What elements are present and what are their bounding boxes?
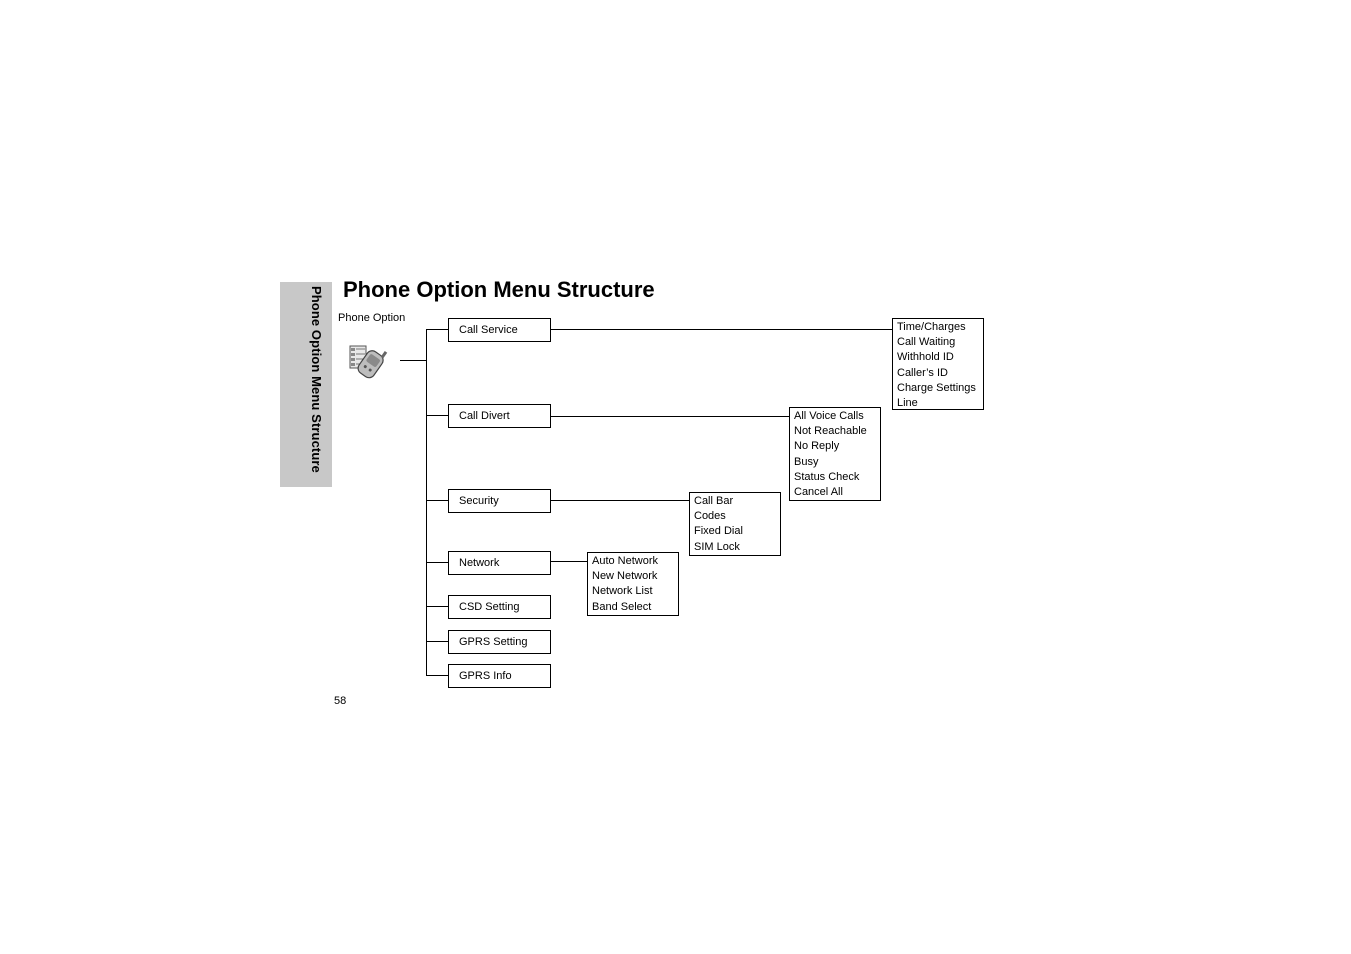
submenu-item: Codes [694,510,726,523]
submenu-connector [550,500,690,501]
submenu-connector [550,561,588,562]
menu-node-label: CSD Setting [459,601,520,613]
menu-node-csd-setting: CSD Setting [448,595,551,619]
side-section-tab-label: Phone Option Menu Structure [309,286,324,473]
submenu-item: Caller’s ID [897,366,948,379]
submenu-item: Withhold ID [897,351,954,364]
menu-node-label: GPRS Setting [459,636,528,648]
submenu-item: Line [897,396,918,409]
menu-node-call-divert: Call Divert [448,404,551,428]
menu-node-label: Call Service [459,324,518,336]
submenu-call-divert: All Voice Calls Not Reachable No Reply B… [789,407,881,501]
submenu-item: No Reply [794,440,840,453]
submenu-connector [550,329,893,330]
menu-node-network: Network [448,551,551,575]
branch-line [426,606,449,607]
trunk-line [426,329,427,675]
submenu-network: Auto Network New Network Network List Ba… [587,552,679,616]
menu-node-gprs-setting: GPRS Setting [448,630,551,654]
submenu-item: New Network [592,570,658,583]
submenu-item: Status Check [794,470,860,483]
branch-line [426,415,449,416]
root-node-label: Phone Option [338,312,406,324]
branch-line [426,675,449,676]
phone-settings-icon [348,340,390,380]
root-connector [400,360,427,361]
submenu-item: Time/Charges [897,321,966,333]
submenu-connector [550,416,790,417]
submenu-item: Call Waiting [897,336,956,349]
submenu-item: Busy [794,455,819,468]
branch-line [426,329,449,330]
branch-line [426,641,449,642]
menu-node-gprs-info: GPRS Info [448,664,551,688]
submenu-item: Charge Settings [897,381,976,394]
submenu-call-service: Time/Charges Call Waiting Withhold ID Ca… [892,318,984,410]
submenu-item: Call Bar [694,495,734,507]
branch-line [426,562,449,563]
side-section-tab [280,282,332,487]
submenu-security: Call Bar Codes Fixed Dial SIM Lock [689,492,781,556]
page-title: Phone Option Menu Structure [343,277,655,302]
submenu-item: Fixed Dial [694,525,743,538]
menu-node-label: GPRS Info [459,670,512,682]
menu-node-label: Network [459,557,500,569]
menu-node-label: Call Divert [459,410,510,422]
submenu-item: All Voice Calls [794,410,864,422]
submenu-item: SIM Lock [694,540,740,553]
menu-node-label: Security [459,495,499,507]
page-number: 58 [334,695,347,707]
menu-node-call-service: Call Service [448,318,551,342]
submenu-item: Auto Network [592,555,659,567]
submenu-item: Band Select [592,600,652,613]
submenu-item: Not Reachable [794,425,867,438]
submenu-item: Network List [592,585,653,598]
branch-line [426,500,449,501]
menu-node-security: Security [448,489,551,513]
submenu-item: Cancel All [794,485,843,498]
